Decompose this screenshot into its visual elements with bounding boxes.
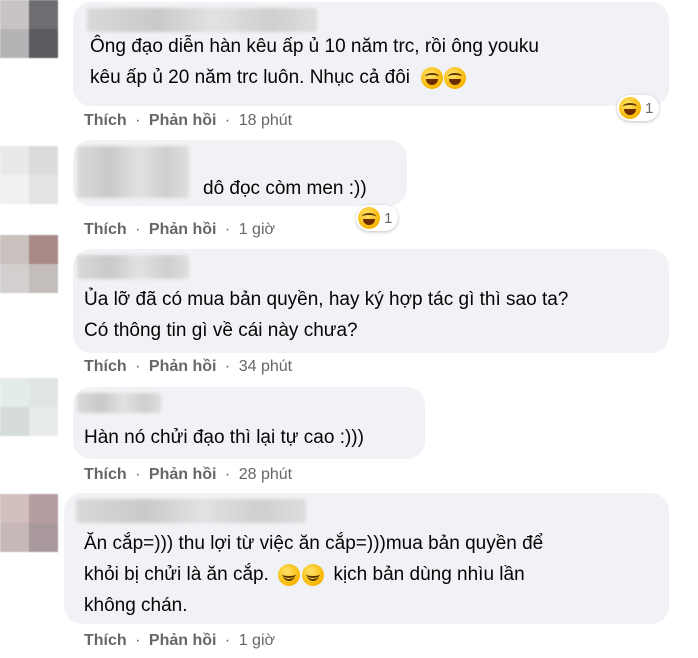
like-button[interactable]: Thích (84, 221, 127, 238)
separator: · (224, 358, 231, 375)
comment-text-line: Hàn nó chửi đạo thì lại tự cao :))) (84, 427, 364, 448)
reply-button[interactable]: Phản hồi (149, 221, 217, 238)
author-name-redacted[interactable] (77, 146, 189, 198)
avatar[interactable] (0, 494, 58, 552)
avatar[interactable] (0, 378, 58, 436)
comment-text-line: kịch bản dùng nhìu lần (333, 564, 525, 585)
author-name-redacted[interactable] (77, 255, 189, 279)
like-button[interactable]: Thích (84, 466, 127, 483)
separator: · (135, 112, 141, 129)
comment-text: dô đọc còm men :)) (203, 173, 367, 204)
reply-button[interactable]: Phản hồi (149, 112, 217, 129)
separator: · (135, 358, 141, 375)
reply-button[interactable]: Phản hồi (149, 632, 217, 649)
relieved-face-emoji-icon (302, 563, 325, 586)
avatar[interactable] (0, 146, 58, 204)
comment-text-line: không chán. (84, 595, 188, 616)
timestamp[interactable]: 28 phút (239, 466, 292, 483)
avatar[interactable] (0, 0, 58, 58)
comment-text-line: Ông đạo diễn hàn kêu ấp ủ 10 năm trc, rồ… (90, 36, 539, 57)
separator: · (224, 221, 231, 238)
laughing-emoji-icon (358, 207, 380, 229)
separator: · (224, 112, 231, 129)
comment-actions: Thích · Phản hồi · 1 giờ (84, 221, 275, 239)
author-name-redacted[interactable] (76, 499, 306, 523)
comment-text: Ăn cắp=))) thu lợi từ việc ăn cắp=)))mua… (84, 528, 543, 621)
separator: · (135, 632, 141, 649)
comment-actions: Thích · Phản hồi · 28 phút (84, 466, 292, 484)
separator: · (135, 221, 141, 238)
rolling-on-floor-laughing-emoji-icon (421, 66, 444, 89)
relieved-face-emoji-icon (278, 563, 301, 586)
reply-button[interactable]: Phản hồi (149, 466, 217, 483)
comment-text-line: khỏi bị chửi là ăn cắp. (84, 564, 269, 585)
comment-text-line: Có thông tin gì về cái này chưa? (84, 320, 358, 341)
timestamp[interactable]: 18 phút (239, 112, 292, 129)
rolling-on-floor-laughing-emoji-icon (444, 66, 467, 89)
comment-text: Ủa lỡ đã có mua bản quyền, hay ký hợp tá… (84, 284, 568, 346)
separator: · (224, 466, 231, 483)
comment-text: Ông đạo diễn hàn kêu ấp ủ 10 năm trc, rồ… (90, 31, 539, 93)
reaction-summary[interactable]: 1 (617, 95, 660, 121)
comment-actions: Thích · Phản hồi · 1 giờ (84, 632, 275, 650)
comment-text-line: Ăn cắp=))) thu lợi từ việc ăn cắp=)))mua… (84, 533, 544, 554)
comment-text-line: Ủa lỡ đã có mua bản quyền, hay ký hợp tá… (84, 289, 569, 310)
author-name-redacted[interactable] (77, 393, 161, 413)
comment-actions: Thích · Phản hồi · 34 phút (84, 358, 292, 376)
separator: · (224, 632, 231, 649)
reaction-summary[interactable]: 1 (356, 205, 399, 231)
comment-text: Hàn nó chửi đạo thì lại tự cao :))) (84, 422, 364, 453)
reply-button[interactable]: Phản hồi (149, 358, 217, 375)
avatar[interactable] (0, 235, 58, 293)
comment-text-line: dô đọc còm men :)) (203, 178, 367, 199)
comment-actions: Thích · Phản hồi · 18 phút (84, 112, 292, 130)
like-button[interactable]: Thích (84, 112, 127, 129)
timestamp[interactable]: 1 giờ (239, 221, 275, 238)
reaction-count: 1 (645, 99, 654, 117)
like-button[interactable]: Thích (84, 358, 127, 375)
separator: · (135, 466, 141, 483)
author-name-redacted[interactable] (87, 8, 317, 32)
comment-text-line: kêu ấp ủ 20 năm trc luôn. Nhục cả đôi (90, 67, 411, 88)
timestamp[interactable]: 1 giờ (239, 632, 275, 649)
timestamp[interactable]: 34 phút (239, 358, 292, 375)
like-button[interactable]: Thích (84, 632, 127, 649)
reaction-count: 1 (384, 209, 393, 227)
laughing-emoji-icon (619, 97, 641, 119)
